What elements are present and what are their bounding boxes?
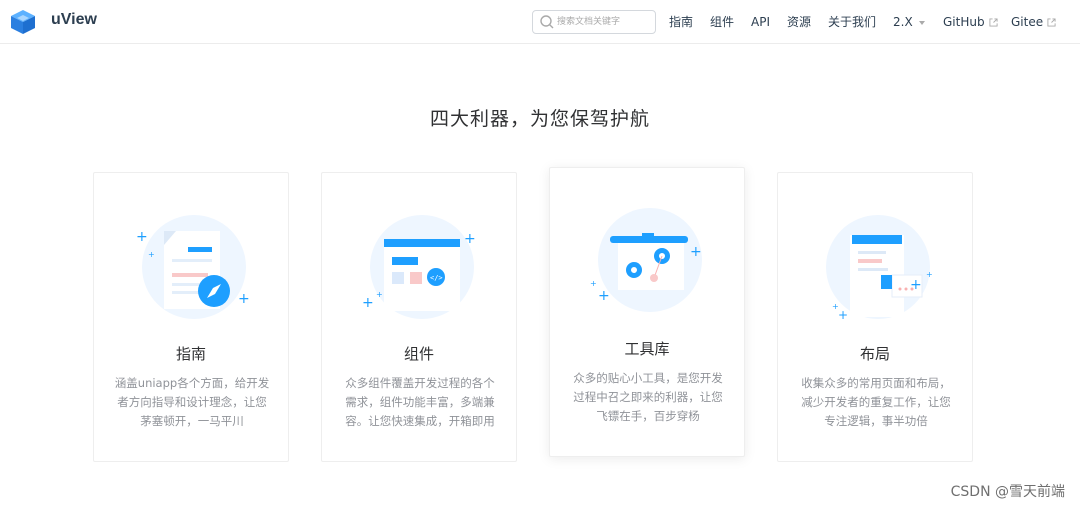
nav-github-link[interactable]: GitHub xyxy=(943,14,998,30)
card-description: 收集众多的常用页面和布局，减少开发者的重复工作，让您专注逻辑，事半功倍 xyxy=(801,376,951,428)
external-link-icon xyxy=(1047,18,1056,27)
external-link-icon xyxy=(989,18,998,27)
search-input[interactable] xyxy=(557,13,653,31)
card-components[interactable]: </> + + + 组件 众多组件覆盖开发过程的各个需求，组件功能丰富，多端兼容… xyxy=(321,172,517,462)
nav-resources[interactable]: 资源 xyxy=(787,14,811,30)
svg-text:+: + xyxy=(362,295,374,311)
guide-illustration-icon: + + + xyxy=(136,215,250,319)
gitee-label: Gitee xyxy=(1011,15,1044,29)
svg-text:+: + xyxy=(910,277,922,293)
github-label: GitHub xyxy=(943,15,985,29)
card-description: 众多组件覆盖开发过程的各个需求，组件功能丰富，多端兼容。让您快速集成，开箱即用 xyxy=(345,376,495,428)
nav-gitee-link[interactable]: Gitee xyxy=(1011,14,1056,30)
nav-guide[interactable]: 指南 xyxy=(669,14,693,30)
tools-illustration-icon: + + + xyxy=(590,208,702,312)
svg-text:+: + xyxy=(238,291,250,307)
nav-about[interactable]: 关于我们 xyxy=(828,14,876,30)
search-box[interactable] xyxy=(532,10,656,34)
svg-text:+: + xyxy=(136,229,148,245)
nav-api[interactable]: API xyxy=(751,14,770,30)
section-title: 四大利器，为您保驾护航 xyxy=(429,108,650,130)
card-guide[interactable]: + + + 指南 涵盖uniapp各个方面，给开发者方向指导和设计理念，让您茅塞… xyxy=(93,172,289,462)
card-tools[interactable]: + + + 工具库 众多的贴心小工具，是您开发过程中召之即来的利器，让您飞镖在手… xyxy=(549,167,745,457)
version-label: 2.X xyxy=(893,15,913,29)
card-title: 布局 xyxy=(859,345,890,363)
svg-text:</>: </> xyxy=(430,274,443,282)
layout-illustration-icon: + + + + xyxy=(826,215,933,321)
card-title: 工具库 xyxy=(624,340,670,358)
top-navbar: uView 指南 组件 API 资源 关于我们 2.X GitHub Gitee xyxy=(0,0,1080,44)
svg-text:+: + xyxy=(832,302,839,311)
uview-logo-icon[interactable] xyxy=(10,9,36,35)
components-illustration-icon: </> + + + xyxy=(362,215,476,319)
card-title: 指南 xyxy=(175,345,206,363)
nav-components[interactable]: 组件 xyxy=(710,14,734,30)
card-title: 组件 xyxy=(403,345,434,363)
svg-text:+: + xyxy=(148,250,155,259)
csdn-watermark: CSDN @雪天前端 xyxy=(950,484,1065,500)
chevron-down-icon xyxy=(918,20,925,25)
svg-text:+: + xyxy=(590,279,597,288)
card-layout[interactable]: + + + + 布局 收集众多的常用页面和布局，减少开发者的重复工作，让您专注逻… xyxy=(777,172,973,462)
svg-text:+: + xyxy=(376,290,383,299)
search-icon xyxy=(540,15,554,29)
svg-text:+: + xyxy=(598,288,610,304)
card-description: 众多的贴心小工具，是您开发过程中召之即来的利器，让您飞镖在手，百步穿杨 xyxy=(573,371,723,423)
brand-name[interactable]: uView xyxy=(51,11,97,29)
svg-text:+: + xyxy=(464,231,476,247)
svg-text:+: + xyxy=(926,270,933,279)
nav-version-dropdown[interactable]: 2.X xyxy=(893,14,925,30)
svg-text:+: + xyxy=(690,244,702,260)
card-description: 涵盖uniapp各个方面，给开发者方向指导和设计理念，让您茅塞顿开，一马平川 xyxy=(114,376,270,428)
svg-text:+: + xyxy=(838,308,848,321)
